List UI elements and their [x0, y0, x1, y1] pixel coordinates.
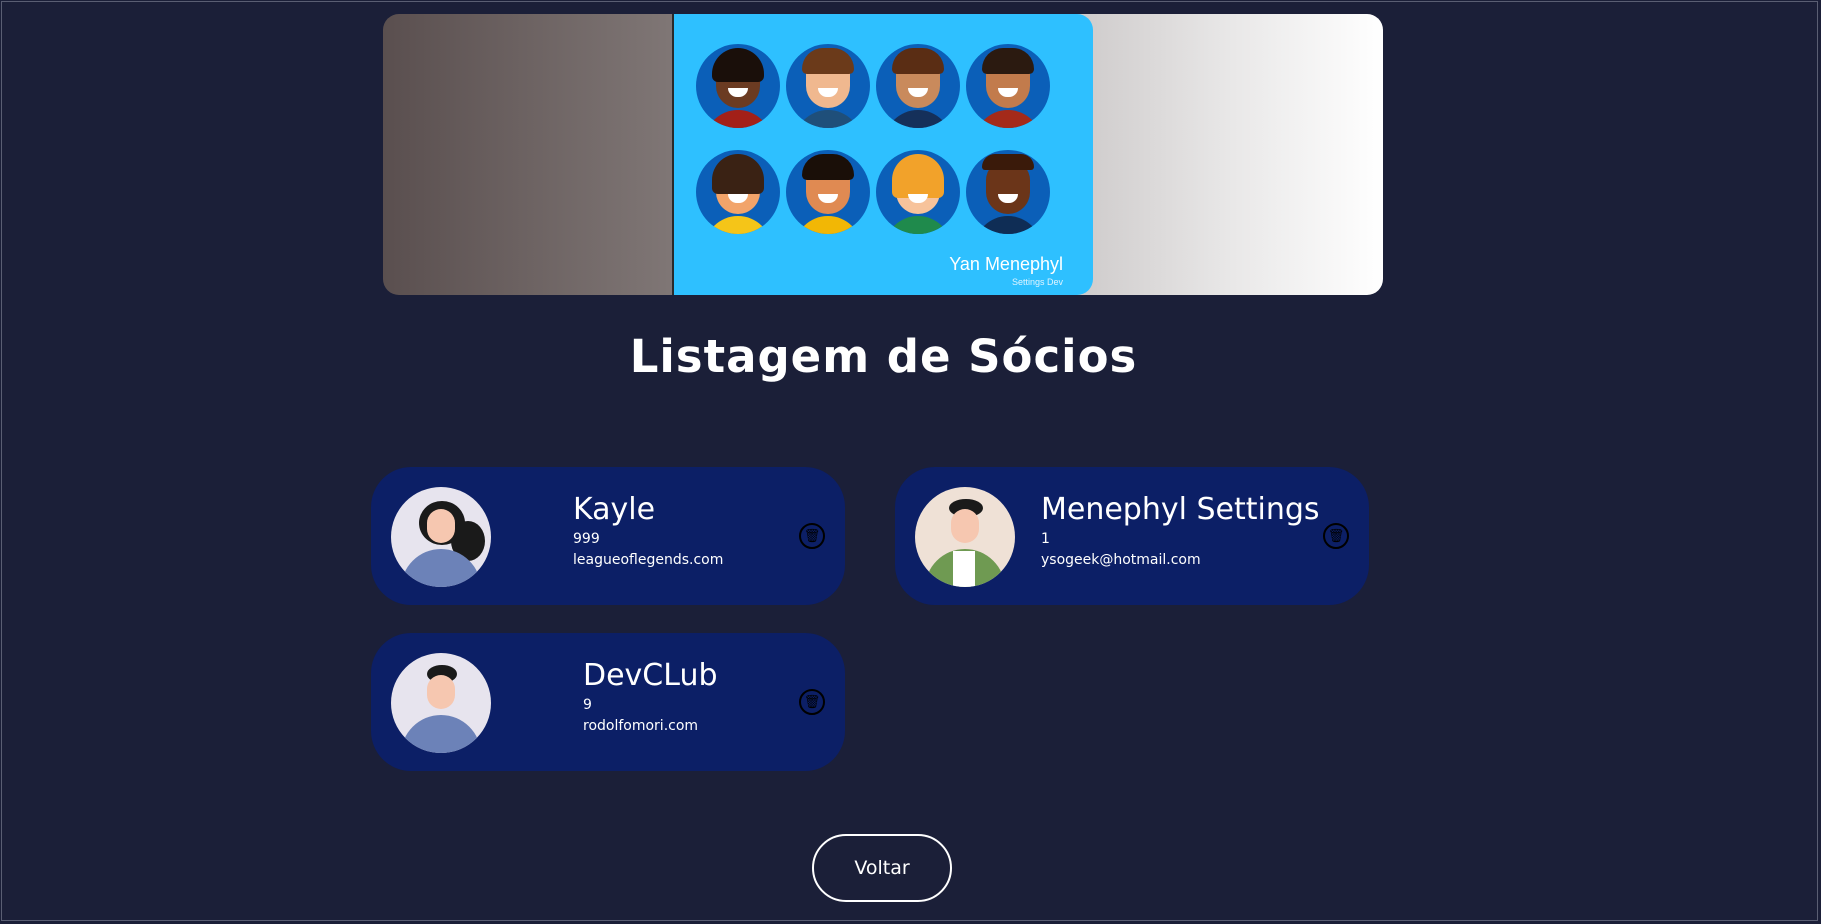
member-age: 1 [1041, 531, 1050, 547]
member-age: 9 [583, 697, 592, 713]
face-avatar [966, 150, 1050, 234]
member-name: Menephyl Settings [1041, 492, 1320, 527]
back-button[interactable]: Voltar [812, 834, 952, 902]
page-title: Listagem de Sócios [629, 330, 1138, 383]
face-avatar [696, 44, 780, 128]
shirt-detail [953, 551, 975, 587]
trash-icon[interactable]: 🗑 [1323, 523, 1349, 549]
man-thinking-avatar [391, 653, 491, 753]
face-avatar [966, 44, 1050, 128]
face-avatar [876, 44, 960, 128]
member-age: 999 [573, 531, 600, 547]
trash-icon[interactable]: 🗑 [799, 689, 825, 715]
banner-illustration: Yan Menephyl Settings Dev [672, 14, 1093, 295]
member-email: leagueoflegends.com [573, 552, 724, 568]
member-card: Kayle 999 leagueoflegends.com 🗑 [371, 467, 845, 605]
man-green-jacket-avatar [915, 487, 1015, 587]
member-info: Kayle 999 leagueoflegends.com [573, 491, 723, 571]
avatar-grid [696, 44, 1050, 246]
member-name: DevCLub [583, 658, 718, 693]
face-avatar [696, 150, 780, 234]
face-avatar [786, 150, 870, 234]
banner-caption: Yan Menephyl [949, 254, 1063, 274]
member-info: Menephyl Settings 1 ysogeek@hotmail.com [1041, 491, 1320, 571]
face-avatar [786, 44, 870, 128]
member-name: Kayle [573, 492, 656, 527]
woman-headset-avatar [391, 487, 491, 587]
member-card: DevCLub 9 rodolfomori.com 🗑 [371, 633, 845, 771]
member-info: DevCLub 9 rodolfomori.com [583, 657, 718, 737]
member-card: Menephyl Settings 1 ysogeek@hotmail.com … [895, 467, 1369, 605]
hero-banner: Yan Menephyl Settings Dev [383, 14, 1383, 295]
member-email: rodolfomori.com [583, 718, 699, 734]
face-avatar [876, 150, 960, 234]
member-email: ysogeek@hotmail.com [1041, 552, 1201, 568]
trash-icon[interactable]: 🗑 [799, 523, 825, 549]
banner-subcaption: Settings Dev [1011, 277, 1063, 287]
